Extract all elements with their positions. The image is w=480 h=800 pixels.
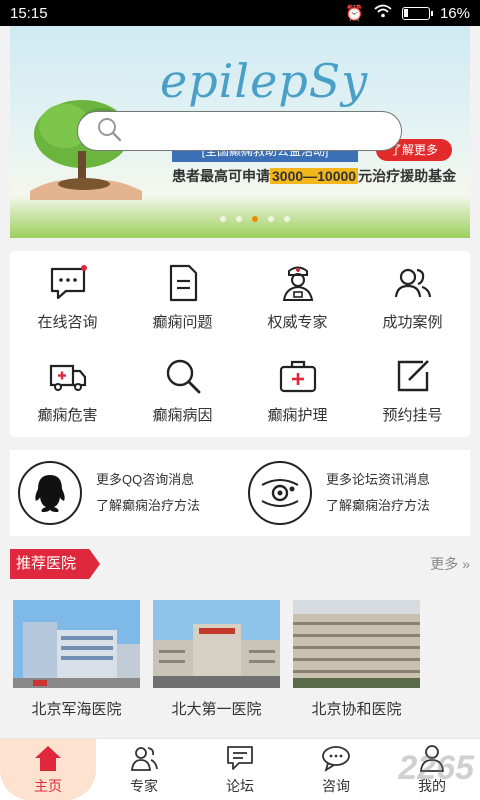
hospital-card[interactable]: 北京协和医院 <box>293 600 420 719</box>
qq-consult-link[interactable]: 更多QQ咨询消息 了解癫痫治疗方法 <box>10 450 240 536</box>
menu-item-label: 癫痫护理 <box>267 407 328 424</box>
search-icon <box>96 116 122 147</box>
carousel-dot <box>236 216 242 222</box>
hospital-card[interactable]: 北京军海医院 <box>13 600 140 719</box>
qq-line-2: 了解癫痫治疗方法 <box>96 498 201 513</box>
hospital-card[interactable]: 北大第一医院 <box>153 600 280 719</box>
orbit-icon <box>248 461 312 525</box>
menu-item-experts[interactable]: 权威专家 <box>240 251 355 344</box>
wifi-icon <box>374 4 392 22</box>
menu-item-success-cases[interactable]: 成功案例 <box>355 251 470 344</box>
tab-consult[interactable]: 咨询 <box>288 739 384 800</box>
more-label: 更多 <box>430 556 459 572</box>
battery-percent: 16% <box>439 4 470 22</box>
qq-icon <box>18 461 82 525</box>
carousel-dot <box>268 216 274 222</box>
forum-news-link[interactable]: 更多论坛资讯消息 了解癫痫治疗方法 <box>240 450 470 536</box>
carousel-dot-active <box>252 216 258 222</box>
site-watermark: 2265 <box>398 749 474 787</box>
users-icon <box>394 268 431 298</box>
tab-label: 主页 <box>34 777 62 794</box>
home-icon <box>35 745 61 771</box>
info-links-card: 更多QQ咨询消息 了解癫痫治疗方法 更多论坛资讯消息 了解癫痫治疗方法 <box>10 450 470 536</box>
bottom-tab-bar: 主页 专家 论坛 咨询 我的 2265 <box>0 738 480 800</box>
search-icon <box>166 359 200 394</box>
menu-item-label: 成功案例 <box>382 314 443 331</box>
ambulance-icon <box>49 364 86 391</box>
forum-news-text: 更多论坛资讯消息 了解癫痫治疗方法 <box>326 467 430 519</box>
medical-kit-icon <box>279 360 316 393</box>
hospital-photo <box>13 600 140 688</box>
hospital-list: 北京军海医院 北大第一医院 北京协和医院 <box>13 600 467 719</box>
qq-consult-text: 更多QQ咨询消息 了解癫痫治疗方法 <box>96 467 200 519</box>
carousel-dots <box>220 216 290 222</box>
document-icon <box>169 264 197 302</box>
menu-item-epilepsy-causes[interactable]: 癫痫病因 <box>125 344 240 437</box>
search-bar[interactable] <box>77 111 402 151</box>
menu-item-online-consult[interactable]: 在线咨询 <box>10 251 125 344</box>
double-chevron-right-icon: » <box>462 556 470 572</box>
hospital-name: 北大第一医院 <box>171 701 262 718</box>
tab-label: 专家 <box>130 777 158 794</box>
banner-slogan: 患者最高可申请 3000—10000 元治疗援助基金 <box>172 166 456 186</box>
search-input[interactable] <box>130 123 401 139</box>
section-title: 推荐医院 <box>10 549 101 579</box>
experts-icon <box>131 746 158 771</box>
feature-menu: 在线咨询 癫痫问题 权威专家 成功案例 癫痫危害 癫痫病因 癫痫护理 预约挂号 <box>10 251 470 437</box>
slogan-amount: 3000—10000 <box>270 168 359 184</box>
carousel-dot <box>220 216 226 222</box>
brand-logo-text: epilepSy <box>160 54 369 108</box>
slogan-prefix: 患者最高可申请 <box>172 168 270 184</box>
consult-icon <box>322 745 350 772</box>
tab-home[interactable]: 主页 <box>0 739 96 800</box>
menu-item-label: 癫痫危害 <box>37 407 98 424</box>
tab-label: 论坛 <box>226 777 254 794</box>
chat-icon <box>50 265 87 300</box>
menu-item-epilepsy-care[interactable]: 癫痫护理 <box>240 344 355 437</box>
forum-line-2: 了解癫痫治疗方法 <box>326 498 431 513</box>
doctor-icon <box>282 266 313 301</box>
forum-icon <box>227 745 253 770</box>
carousel-dot <box>284 216 290 222</box>
battery-level <box>403 8 408 17</box>
menu-item-appointment[interactable]: 预约挂号 <box>355 344 470 437</box>
tab-label: 咨询 <box>322 777 350 794</box>
edit-icon <box>397 360 429 392</box>
menu-item-epilepsy-harm[interactable]: 癫痫危害 <box>10 344 125 437</box>
more-hospitals-link[interactable]: 更多 » <box>430 554 470 574</box>
qq-line-1: 更多QQ咨询消息 <box>96 472 195 487</box>
hospital-name: 北京军海医院 <box>31 701 122 718</box>
tab-experts[interactable]: 专家 <box>96 739 192 800</box>
menu-item-epilepsy-questions[interactable]: 癫痫问题 <box>125 251 240 344</box>
slogan-suffix: 元治疗援助基金 <box>358 168 457 184</box>
alarm-icon: ⏰ <box>345 5 364 22</box>
forum-line-1: 更多论坛资讯消息 <box>326 472 431 487</box>
recommended-hospitals-header: 推荐医院 更多 » <box>10 549 470 579</box>
battery-icon <box>401 6 433 20</box>
menu-item-label: 癫痫问题 <box>152 314 213 331</box>
menu-item-label: 癫痫病因 <box>152 407 213 424</box>
tab-forum[interactable]: 论坛 <box>192 739 288 800</box>
menu-item-label: 预约挂号 <box>382 407 443 424</box>
menu-item-label: 在线咨询 <box>37 314 98 331</box>
hospital-name: 北京协和医院 <box>311 701 402 718</box>
menu-item-label: 权威专家 <box>267 314 328 331</box>
hospital-photo <box>293 600 420 688</box>
status-bar: 15:15 ⏰ 16% <box>0 0 480 26</box>
clock: 15:15 <box>10 4 48 22</box>
hospital-photo <box>153 600 280 688</box>
